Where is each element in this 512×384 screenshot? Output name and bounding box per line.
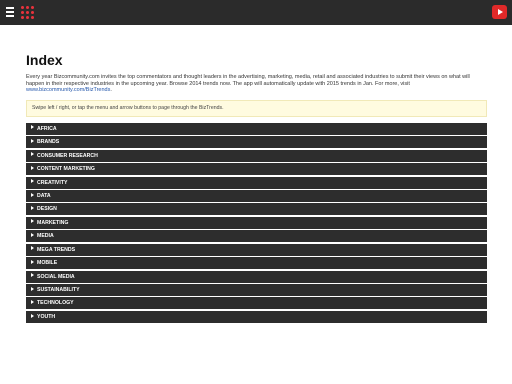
main-content: Index Every year Bizcommunity.com invite… [26, 52, 487, 324]
category-item-africa[interactable]: AFRICA [26, 122, 487, 135]
expand-arrow-icon [31, 206, 34, 211]
category-item-social-media[interactable]: SOCIAL MEDIA [26, 270, 487, 283]
expand-arrow-icon [31, 125, 34, 130]
bizcommunity-logo[interactable] [20, 5, 34, 19]
category-label: SUSTAINABILITY [37, 287, 80, 294]
category-item-marketing[interactable]: MARKETING [26, 216, 487, 229]
expand-arrow-icon [31, 192, 34, 197]
category-label: CONTENT MARKETING [37, 166, 95, 173]
intro-end: . [110, 87, 112, 94]
category-label: YOUTH [37, 313, 56, 320]
expand-arrow-icon [31, 286, 34, 291]
category-item-consumer-research[interactable]: CONSUMER RESEARCH [26, 149, 487, 162]
category-label: DESIGN [37, 206, 57, 213]
category-label: MOBILE [37, 260, 58, 267]
category-label: MEDIA [37, 233, 54, 240]
category-label: SOCIAL MEDIA [37, 273, 75, 280]
category-item-sustainability[interactable]: SUSTAINABILITY [26, 284, 487, 297]
expand-arrow-icon [31, 259, 34, 264]
category-item-design[interactable]: DESIGN [26, 203, 487, 216]
swipe-notice: Swipe left / right, or tap the menu and … [26, 99, 487, 117]
expand-arrow-icon [31, 300, 34, 305]
category-label: DATA [37, 192, 51, 199]
category-item-data[interactable]: DATA [26, 189, 487, 202]
expand-arrow-icon [31, 273, 34, 278]
expand-arrow-icon [31, 219, 34, 224]
expand-arrow-icon [31, 165, 34, 170]
category-label: MEGA TRENDS [37, 246, 76, 253]
biztrends-link[interactable]: www.bizcommunity.com/BizTrends [26, 87, 110, 93]
expand-arrow-icon [31, 313, 34, 318]
category-label: AFRICA [37, 125, 57, 132]
intro-text: Every year Bizcommunity.com invites the … [26, 74, 470, 87]
category-item-mega-trends[interactable]: MEGA TRENDS [26, 243, 487, 256]
category-label: CREATIVITY [37, 179, 68, 186]
youtube-play-icon[interactable] [492, 5, 507, 19]
expand-arrow-icon [31, 152, 34, 157]
page-title: Index [26, 52, 63, 68]
intro-paragraph: Every year Bizcommunity.com invites the … [26, 74, 487, 94]
category-label: BRANDS [37, 139, 60, 146]
category-item-content-marketing[interactable]: CONTENT MARKETING [26, 163, 487, 176]
category-label: TECHNOLOGY [37, 300, 74, 307]
expand-arrow-icon [31, 232, 34, 237]
expand-arrow-icon [31, 246, 34, 251]
category-item-media[interactable]: MEDIA [26, 230, 487, 243]
expand-arrow-icon [31, 179, 34, 184]
category-item-brands[interactable]: BRANDS [26, 136, 487, 149]
category-item-mobile[interactable]: MOBILE [26, 257, 487, 270]
top-bar [0, 0, 512, 25]
category-label: MARKETING [37, 219, 69, 226]
expand-arrow-icon [31, 138, 34, 143]
category-list: AFRICA BRANDS CONSUMER RESEARCH CONTENT MAR… [26, 122, 487, 323]
category-label: CONSUMER RESEARCH [37, 152, 98, 159]
category-item-creativity[interactable]: CREATIVITY [26, 176, 487, 189]
hamburger-menu-icon[interactable] [6, 7, 14, 17]
category-item-technology[interactable]: TECHNOLOGY [26, 297, 487, 310]
category-item-youth[interactable]: YOUTH [26, 310, 487, 323]
